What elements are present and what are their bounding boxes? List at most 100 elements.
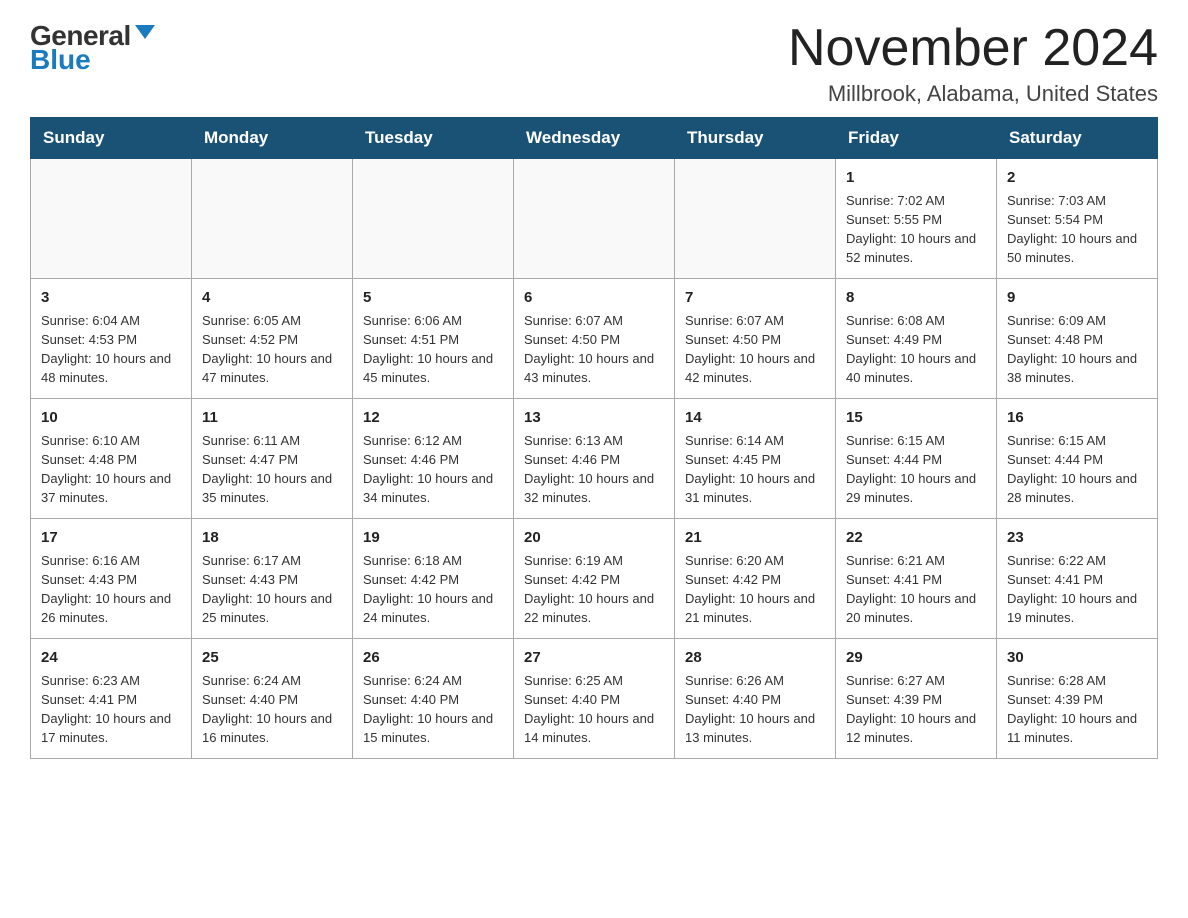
- day-info: Sunrise: 6:09 AM Sunset: 4:48 PM Dayligh…: [1007, 313, 1137, 385]
- day-number: 13: [524, 407, 664, 428]
- day-number: 25: [202, 647, 342, 668]
- calendar-day-cell: 9 Sunrise: 6:09 AM Sunset: 4:48 PM Daylig…: [997, 279, 1158, 399]
- day-number: 29: [846, 647, 986, 668]
- day-info: Sunrise: 6:21 AM Sunset: 4:41 PM Dayligh…: [846, 553, 976, 625]
- day-number: 17: [41, 527, 181, 548]
- calendar-day-cell: 5 Sunrise: 6:06 AM Sunset: 4:51 PM Daylig…: [353, 279, 514, 399]
- calendar-day-cell: 13 Sunrise: 6:13 AM Sunset: 4:46 PM Dayli…: [514, 399, 675, 519]
- day-number: 5: [363, 287, 503, 308]
- day-number: 19: [363, 527, 503, 548]
- calendar-day-cell: 14Sunrise: 6:14 AM Sunset: 4:45 PM Dayli…: [675, 399, 836, 519]
- day-info: Sunrise: 6:16 AM Sunset: 4:43 PM Dayligh…: [41, 553, 171, 625]
- day-number: 21: [685, 527, 825, 548]
- day-number: 28: [685, 647, 825, 668]
- day-info: Sunrise: 6:06 AM Sunset: 4:51 PM Dayligh…: [363, 313, 493, 385]
- calendar-day-cell: [192, 159, 353, 279]
- day-number: 11: [202, 407, 342, 428]
- day-info: Sunrise: 6:04 AM Sunset: 4:53 PM Dayligh…: [41, 313, 171, 385]
- day-info: Sunrise: 6:28 AM Sunset: 4:39 PM Dayligh…: [1007, 673, 1137, 745]
- day-number: 20: [524, 527, 664, 548]
- day-info: Sunrise: 6:12 AM Sunset: 4:46 PM Dayligh…: [363, 433, 493, 505]
- calendar-day-cell: 16 Sunrise: 6:15 AM Sunset: 4:44 PM Dayli…: [997, 399, 1158, 519]
- weekday-header-thursday: Thursday: [675, 118, 836, 159]
- day-info: Sunrise: 6:11 AM Sunset: 4:47 PM Dayligh…: [202, 433, 332, 505]
- day-number: 9: [1007, 287, 1147, 308]
- day-number: 16: [1007, 407, 1147, 428]
- day-number: 3: [41, 287, 181, 308]
- day-number: 4: [202, 287, 342, 308]
- calendar-week-row: 3 Sunrise: 6:04 AM Sunset: 4:53 PM Daylig…: [31, 279, 1158, 399]
- day-number: 26: [363, 647, 503, 668]
- day-info: Sunrise: 6:22 AM Sunset: 4:41 PM Dayligh…: [1007, 553, 1137, 625]
- calendar-day-cell: [31, 159, 192, 279]
- location-label: Millbrook, Alabama, United States: [788, 81, 1158, 107]
- day-info: Sunrise: 6:24 AM Sunset: 4:40 PM Dayligh…: [363, 673, 493, 745]
- weekday-header-wednesday: Wednesday: [514, 118, 675, 159]
- day-number: 18: [202, 527, 342, 548]
- day-info: Sunrise: 6:07 AM Sunset: 4:50 PM Dayligh…: [524, 313, 654, 385]
- day-info: Sunrise: 6:26 AM Sunset: 4:40 PM Dayligh…: [685, 673, 815, 745]
- day-number: 15: [846, 407, 986, 428]
- day-info: Sunrise: 6:05 AM Sunset: 4:52 PM Dayligh…: [202, 313, 332, 385]
- calendar-day-cell: [514, 159, 675, 279]
- weekday-header-friday: Friday: [836, 118, 997, 159]
- day-info: Sunrise: 6:23 AM Sunset: 4:41 PM Dayligh…: [41, 673, 171, 745]
- day-number: 30: [1007, 647, 1147, 668]
- page-header: General Blue November 2024 Millbrook, Al…: [30, 20, 1158, 107]
- calendar-day-cell: 30 Sunrise: 6:28 AM Sunset: 4:39 PM Dayli…: [997, 639, 1158, 759]
- calendar-week-row: 17 Sunrise: 6:16 AM Sunset: 4:43 PM Dayli…: [31, 519, 1158, 639]
- calendar-day-cell: 10 Sunrise: 6:10 AM Sunset: 4:48 PM Dayli…: [31, 399, 192, 519]
- logo-blue-text: Blue: [30, 44, 91, 76]
- day-info: Sunrise: 6:19 AM Sunset: 4:42 PM Dayligh…: [524, 553, 654, 625]
- day-number: 23: [1007, 527, 1147, 548]
- calendar-day-cell: 4 Sunrise: 6:05 AM Sunset: 4:52 PM Daylig…: [192, 279, 353, 399]
- calendar-day-cell: 26 Sunrise: 6:24 AM Sunset: 4:40 PM Dayli…: [353, 639, 514, 759]
- day-number: 27: [524, 647, 664, 668]
- calendar-day-cell: 11 Sunrise: 6:11 AM Sunset: 4:47 PM Dayli…: [192, 399, 353, 519]
- calendar-day-cell: 22 Sunrise: 6:21 AM Sunset: 4:41 PM Dayli…: [836, 519, 997, 639]
- weekday-header-row: SundayMondayTuesdayWednesdayThursdayFrid…: [31, 118, 1158, 159]
- day-info: Sunrise: 6:13 AM Sunset: 4:46 PM Dayligh…: [524, 433, 654, 505]
- day-info: Sunrise: 6:25 AM Sunset: 4:40 PM Dayligh…: [524, 673, 654, 745]
- calendar-day-cell: 28 Sunrise: 6:26 AM Sunset: 4:40 PM Dayli…: [675, 639, 836, 759]
- calendar-table: SundayMondayTuesdayWednesdayThursdayFrid…: [30, 117, 1158, 759]
- day-info: Sunrise: 7:02 AM Sunset: 5:55 PM Dayligh…: [846, 193, 976, 265]
- day-number: 24: [41, 647, 181, 668]
- calendar-day-cell: 15Sunrise: 6:15 AM Sunset: 4:44 PM Dayli…: [836, 399, 997, 519]
- calendar-day-cell: 2Sunrise: 7:03 AM Sunset: 5:54 PM Daylig…: [997, 159, 1158, 279]
- month-title: November 2024: [788, 20, 1158, 77]
- day-number: 22: [846, 527, 986, 548]
- logo: General Blue: [30, 20, 155, 76]
- calendar-day-cell: [675, 159, 836, 279]
- calendar-day-cell: 17 Sunrise: 6:16 AM Sunset: 4:43 PM Dayli…: [31, 519, 192, 639]
- calendar-day-cell: 23 Sunrise: 6:22 AM Sunset: 4:41 PM Dayli…: [997, 519, 1158, 639]
- day-info: Sunrise: 6:17 AM Sunset: 4:43 PM Dayligh…: [202, 553, 332, 625]
- calendar-day-cell: 24 Sunrise: 6:23 AM Sunset: 4:41 PM Dayli…: [31, 639, 192, 759]
- day-info: Sunrise: 6:18 AM Sunset: 4:42 PM Dayligh…: [363, 553, 493, 625]
- day-number: 6: [524, 287, 664, 308]
- logo-triangle-icon: [135, 25, 155, 39]
- calendar-day-cell: 21Sunrise: 6:20 AM Sunset: 4:42 PM Dayli…: [675, 519, 836, 639]
- weekday-header-monday: Monday: [192, 118, 353, 159]
- calendar-day-cell: 27 Sunrise: 6:25 AM Sunset: 4:40 PM Dayli…: [514, 639, 675, 759]
- calendar-day-cell: 7Sunrise: 6:07 AM Sunset: 4:50 PM Daylig…: [675, 279, 836, 399]
- calendar-body: 1 Sunrise: 7:02 AM Sunset: 5:55 PM Daylig…: [31, 159, 1158, 759]
- weekday-header-sunday: Sunday: [31, 118, 192, 159]
- calendar-week-row: 10 Sunrise: 6:10 AM Sunset: 4:48 PM Dayli…: [31, 399, 1158, 519]
- calendar-day-cell: 6 Sunrise: 6:07 AM Sunset: 4:50 PM Daylig…: [514, 279, 675, 399]
- day-info: Sunrise: 6:10 AM Sunset: 4:48 PM Dayligh…: [41, 433, 171, 505]
- calendar-day-cell: 12Sunrise: 6:12 AM Sunset: 4:46 PM Dayli…: [353, 399, 514, 519]
- calendar-day-cell: 29Sunrise: 6:27 AM Sunset: 4:39 PM Dayli…: [836, 639, 997, 759]
- calendar-day-cell: 3 Sunrise: 6:04 AM Sunset: 4:53 PM Daylig…: [31, 279, 192, 399]
- day-info: Sunrise: 6:15 AM Sunset: 4:44 PM Dayligh…: [1007, 433, 1137, 505]
- calendar-day-cell: 19 Sunrise: 6:18 AM Sunset: 4:42 PM Dayli…: [353, 519, 514, 639]
- calendar-header: SundayMondayTuesdayWednesdayThursdayFrid…: [31, 118, 1158, 159]
- day-number: 10: [41, 407, 181, 428]
- calendar-day-cell: 8Sunrise: 6:08 AM Sunset: 4:49 PM Daylig…: [836, 279, 997, 399]
- day-info: Sunrise: 7:03 AM Sunset: 5:54 PM Dayligh…: [1007, 193, 1137, 265]
- weekday-header-tuesday: Tuesday: [353, 118, 514, 159]
- day-number: 1: [846, 167, 986, 188]
- day-number: 7: [685, 287, 825, 308]
- weekday-header-saturday: Saturday: [997, 118, 1158, 159]
- day-number: 14: [685, 407, 825, 428]
